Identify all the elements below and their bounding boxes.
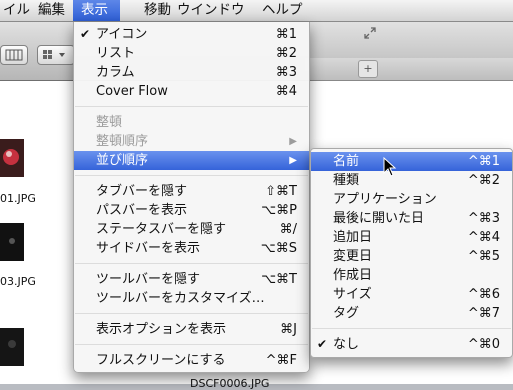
menu-separator — [75, 263, 308, 264]
menu-item-customize-toolbar[interactable]: ツールバーをカスタマイズ… — [74, 289, 309, 308]
grid-dropdown-icon — [43, 50, 65, 59]
menu-item-label: リスト — [96, 46, 136, 61]
sort-item-date-last-opened[interactable]: 最後に開いた日 ^⌘3 — [311, 209, 512, 228]
menubar-view[interactable]: 表示 — [73, 0, 120, 21]
menu-item-label: ツールバーをカスタマイズ… — [96, 291, 265, 306]
menu-item-shortcut: ^⌘6 — [467, 287, 500, 302]
menu-item-clean-up: 整頓 — [74, 113, 309, 132]
menu-item-label: 整頓順序 — [96, 134, 149, 149]
submenu-arrow-icon: ▶ — [289, 136, 297, 147]
menu-item-shortcut: ^⌘0 — [467, 337, 500, 352]
menu-item-hide-status-bar[interactable]: ステータスバーを隠す ⌘/ — [74, 220, 309, 239]
menu-item-shortcut: ^⌘5 — [467, 249, 500, 264]
menu-item-label: 変更日 — [333, 249, 373, 264]
menu-item-shortcut: ⌘J — [280, 322, 297, 337]
menu-item-show-sidebar[interactable]: サイドバーを表示 ⌥⌘S — [74, 239, 309, 258]
sort-item-date-added[interactable]: 追加日 ^⌘4 — [311, 228, 512, 247]
menu-item-coverflow-view[interactable]: Cover Flow ⌘4 — [74, 82, 309, 101]
menubar-help[interactable]: ヘルプ — [254, 0, 311, 21]
menu-item-label: ステータスバーを隠す — [96, 222, 227, 237]
menu-item-shortcut: ⌘2 — [275, 46, 297, 61]
menu-item-label: パスバーを表示 — [96, 203, 188, 218]
menu-item-label: なし — [333, 337, 360, 352]
menu-item-label: 最後に開いた日 — [333, 211, 425, 226]
arrange-button[interactable] — [37, 45, 75, 65]
menu-item-shortcut: ⇧⌘T — [265, 184, 297, 199]
menubar-edit[interactable]: 編集 — [30, 0, 73, 21]
menu-item-label: カラム — [96, 65, 135, 80]
menubar-window[interactable]: ウインドウ — [169, 0, 253, 21]
sort-item-tags[interactable]: タグ ^⌘7 — [311, 304, 512, 323]
menu-item-label: 名前 — [333, 154, 360, 169]
menu-item-shortcut: ^⌘7 — [467, 306, 500, 321]
menu-item-label: ツールバーを隠す — [96, 272, 201, 287]
menu-item-column-view[interactable]: カラム ⌘3 — [74, 63, 309, 82]
menu-item-shortcut: ⌘3 — [275, 65, 297, 80]
menu-item-shortcut: ^⌘1 — [467, 154, 500, 169]
menu-item-label: アイコン — [96, 27, 148, 42]
menu-item-shortcut: ⌥⌘T — [261, 272, 297, 287]
menu-item-hide-toolbar[interactable]: ツールバーを隠す ⌥⌘T — [74, 270, 309, 289]
fullscreen-icon[interactable] — [364, 27, 376, 39]
menu-item-label: アプリケーション — [333, 192, 437, 207]
sort-item-date-modified[interactable]: 変更日 ^⌘5 — [311, 247, 512, 266]
mouse-pointer-icon — [383, 157, 397, 177]
menu-item-label: 並び順序 — [96, 153, 149, 168]
menu-item-shortcut: ^⌘F — [265, 353, 297, 368]
menu-bar: イル 編集 表示 移動 ウインドウ ヘルプ — [0, 0, 513, 22]
menu-item-view-options[interactable]: 表示オプションを表示 ⌘J — [74, 320, 309, 339]
menu-item-fullscreen[interactable]: フルスクリーンにする ^⌘F — [74, 351, 309, 370]
menu-item-label: 種類 — [333, 173, 360, 188]
file-thumbnail[interactable] — [0, 326, 28, 370]
menu-item-sort-by[interactable]: 並び順序 ▶ — [74, 151, 309, 170]
menu-item-label: フルスクリーンにする — [96, 353, 226, 368]
menu-separator — [75, 106, 308, 107]
menu-item-shortcut: ⌘/ — [279, 222, 297, 237]
submenu-arrow-icon: ▶ — [289, 155, 297, 166]
menu-item-shortcut: ⌥⌘S — [260, 241, 297, 256]
menu-item-shortcut: ^⌘3 — [467, 211, 500, 226]
file-thumbnail[interactable] — [0, 137, 28, 181]
menu-separator — [75, 313, 308, 314]
sort-by-submenu: 名前 ^⌘1 種類 ^⌘2 アプリケーション 最後に開いた日 ^⌘3 追加日 ^… — [310, 148, 513, 358]
menu-item-shortcut: ⌘4 — [275, 84, 297, 99]
list-view-icon — [5, 49, 23, 61]
menu-item-label: 表示オプションを表示 — [96, 322, 227, 337]
menu-item-clean-up-by: 整頓順序 ▶ — [74, 132, 309, 151]
menu-item-list-view[interactable]: リスト ⌘2 — [74, 44, 309, 63]
checkmark-icon: ✔ — [317, 337, 328, 351]
sort-item-name[interactable]: 名前 ^⌘1 — [311, 152, 512, 171]
menu-separator — [75, 344, 308, 345]
menu-item-label: Cover Flow — [96, 84, 168, 99]
menu-item-label: 追加日 — [333, 230, 373, 245]
file-name[interactable]: 01.JPG — [0, 192, 36, 205]
add-tab-button[interactable]: + — [358, 60, 378, 78]
sort-item-application[interactable]: アプリケーション — [311, 190, 512, 209]
menu-separator — [75, 175, 308, 176]
menu-item-label: タグ — [333, 306, 360, 321]
menu-item-shortcut: ⌥⌘P — [261, 203, 297, 218]
menu-item-show-path-bar[interactable]: パスバーを表示 ⌥⌘P — [74, 201, 309, 220]
sort-item-kind[interactable]: 種類 ^⌘2 — [311, 171, 512, 190]
file-name[interactable]: 03.JPG — [0, 275, 36, 288]
tab-bar — [305, 58, 513, 81]
checkmark-icon: ✔ — [80, 27, 91, 41]
menu-item-hide-tab-bar[interactable]: タブバーを隠す ⇧⌘T — [74, 182, 309, 201]
sort-item-none[interactable]: ✔ なし ^⌘0 — [311, 335, 512, 354]
menu-item-label: タブバーを隠す — [96, 184, 188, 199]
sort-item-size[interactable]: サイズ ^⌘6 — [311, 285, 512, 304]
menu-separator — [312, 328, 511, 329]
file-thumbnail[interactable] — [0, 221, 28, 265]
view-mode-button[interactable] — [0, 45, 28, 65]
menu-item-label: 作成日 — [333, 268, 373, 283]
sort-item-date-created[interactable]: 作成日 — [311, 266, 512, 285]
menu-item-icon-view[interactable]: ✔ アイコン ⌘1 — [74, 25, 309, 44]
menu-item-label: 整頓 — [96, 115, 123, 130]
menu-item-shortcut: ⌘1 — [275, 27, 297, 42]
menu-item-shortcut: ^⌘4 — [467, 230, 500, 245]
view-menu: ✔ アイコン ⌘1 リスト ⌘2 カラム ⌘3 Cover Flow ⌘4 整頓… — [73, 22, 310, 373]
menu-item-label: サイドバーを表示 — [96, 241, 201, 256]
menu-item-shortcut: ^⌘2 — [467, 173, 500, 188]
menu-item-label: サイズ — [333, 287, 372, 302]
